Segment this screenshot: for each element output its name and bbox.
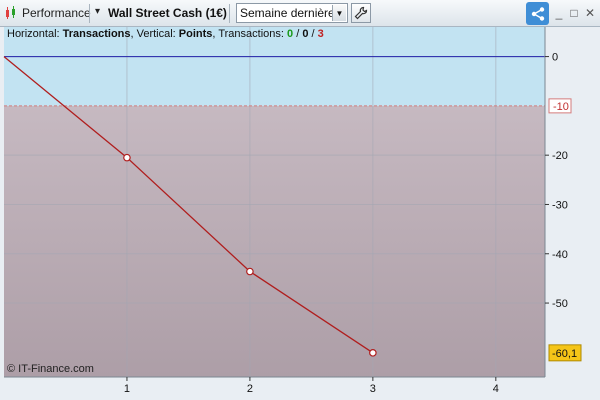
transactions-prefix: , Transactions: <box>212 28 288 40</box>
y-tick-label: -40 <box>552 249 568 261</box>
y-tick-label: -20 <box>552 150 568 162</box>
maximize-icon[interactable]: □ <box>567 6 581 20</box>
x-tick-label: 2 <box>247 383 253 395</box>
data-point[interactable] <box>369 349 377 357</box>
data-point[interactable] <box>123 153 131 162</box>
info-bar: Horizontal: Transactions, Vertical: Poin… <box>7 28 324 40</box>
threshold-label: -10 <box>553 101 569 113</box>
tx-loss-count: 3 <box>317 28 324 40</box>
vertical-prefix: , Vertical: <box>130 28 179 40</box>
chevron-down-icon[interactable]: ▾ <box>95 6 100 17</box>
chart-svg: 0 -20 -30 -40 -50 1 2 3 4 -10 -60,1 © IT-Finance… <box>0 27 600 400</box>
candlestick-icon[interactable] <box>4 5 20 21</box>
close-icon[interactable]: ✕ <box>583 6 597 20</box>
minimize-icon[interactable]: _ <box>552 6 566 20</box>
chevron-down-icon[interactable]: ▼ <box>332 5 346 21</box>
toolbar-divider <box>89 4 90 23</box>
vertical-value: Points <box>178 28 213 40</box>
performance-chart[interactable]: 0 -20 -30 -40 -50 1 2 3 4 -10 -60,1 © IT-Finance… <box>0 27 600 400</box>
x-tick-label: 4 <box>493 383 499 395</box>
y-tick-label: -50 <box>552 298 568 310</box>
tx-separator: / <box>308 28 318 40</box>
y-tick-label: -30 <box>552 199 568 211</box>
toolbar: Performance ▾ Wall Street Cash (1€) Sema… <box>0 0 600 27</box>
horizontal-prefix: Horizontal: <box>7 28 63 40</box>
data-point[interactable] <box>246 267 254 276</box>
performance-button[interactable]: Performance <box>22 6 91 20</box>
x-tick-label: 1 <box>124 383 130 395</box>
wrench-icon[interactable] <box>351 3 371 23</box>
x-tick-label: 3 <box>370 383 376 395</box>
toolbar-divider <box>229 4 230 23</box>
instrument-selector[interactable]: Wall Street Cash (1€) <box>108 6 227 20</box>
last-value-label: -60,1 <box>552 348 577 360</box>
loss-zone <box>4 105 545 378</box>
share-icon[interactable] <box>526 2 549 25</box>
copyright-text: © IT-Finance.com <box>7 363 94 375</box>
period-select-value: Semaine dernière <box>240 6 335 20</box>
tx-separator: / <box>293 28 303 40</box>
period-select[interactable]: Semaine dernière ▼ <box>236 3 348 23</box>
y-tick-label: 0 <box>552 52 558 64</box>
horizontal-value: Transactions <box>62 28 131 40</box>
